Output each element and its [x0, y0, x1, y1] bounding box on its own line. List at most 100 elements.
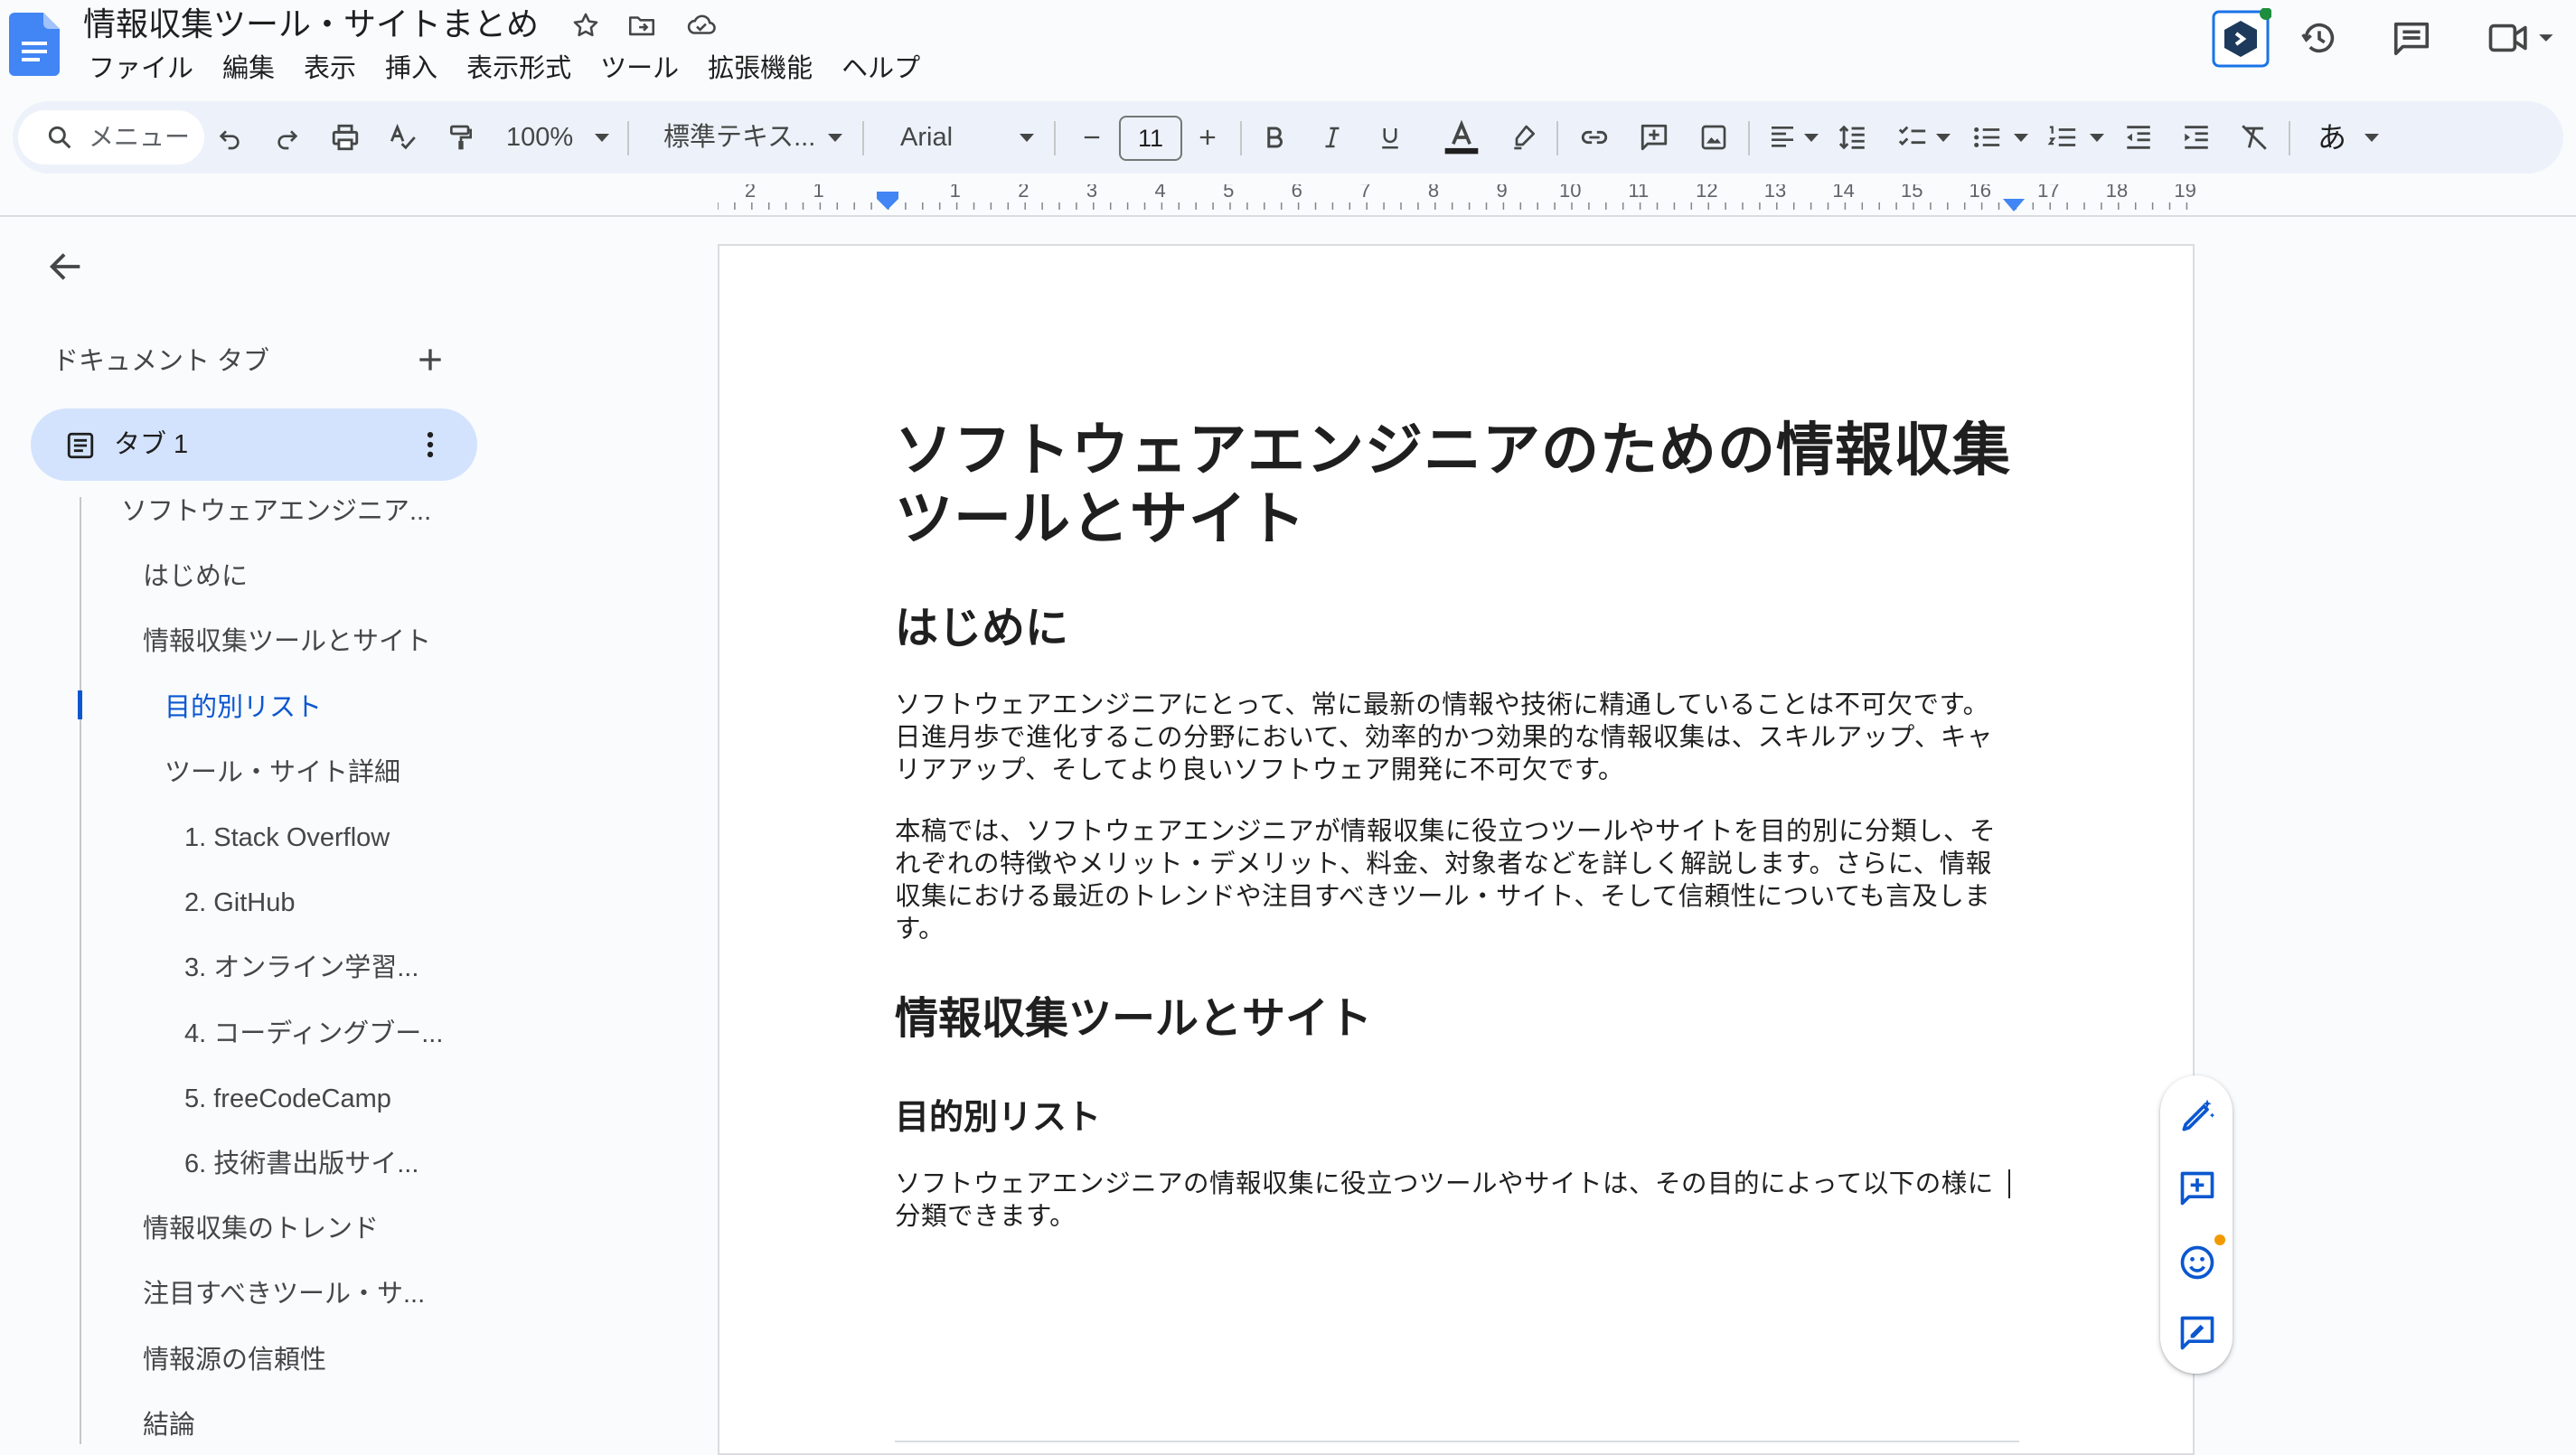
- add-comment-icon[interactable]: [1631, 114, 1678, 161]
- paint-format-icon[interactable]: [437, 114, 484, 161]
- folder-move-icon[interactable]: [624, 7, 660, 43]
- left-indent-marker[interactable]: [877, 192, 898, 210]
- font-size-input[interactable]: 11: [1119, 116, 1182, 161]
- bullet-chevron-down-icon[interactable]: [2014, 134, 2028, 142]
- bold-icon[interactable]: [1251, 114, 1298, 161]
- zoom-select[interactable]: 100%: [506, 101, 573, 174]
- print-icon[interactable]: [322, 114, 369, 161]
- text-line: 収集における最近のトレンドや注目すべきツール・サイト、そして信頼性についても言及…: [895, 882, 1991, 911]
- add-comment-side-icon[interactable]: [2176, 1168, 2218, 1209]
- ruler-tick-label: 6: [1292, 184, 1302, 202]
- outline-item[interactable]: 注目すべきツール・サ...: [143, 1276, 425, 1312]
- numbered-list-icon[interactable]: [2039, 114, 2086, 161]
- docs-logo-icon[interactable]: [9, 13, 60, 76]
- checklist-chevron-down-icon[interactable]: [1936, 134, 1951, 142]
- clear-formatting-icon[interactable]: [2231, 114, 2278, 161]
- intro-paragraph-2[interactable]: 本稿では、ソフトウェアエンジニアが情報収集に役立つツールやサイトを目的別に分類し…: [895, 815, 2016, 945]
- add-emoji-reaction-icon[interactable]: [2176, 1242, 2218, 1283]
- tab-1-label[interactable]: タブ 1: [114, 427, 188, 463]
- more-vert-icon[interactable]: [412, 427, 448, 463]
- outline-item[interactable]: 3. オンライン学習...: [184, 950, 418, 986]
- heading-introduction[interactable]: はじめに: [895, 602, 2016, 656]
- cloud-status-icon[interactable]: [683, 7, 719, 43]
- meet-button[interactable]: [2477, 5, 2567, 70]
- toolbar-divider: [2289, 121, 2290, 155]
- text-color-icon[interactable]: [1439, 114, 1484, 161]
- toolbar-divider: [1054, 121, 1056, 155]
- back-arrow-icon[interactable]: [45, 246, 87, 287]
- help-me-write-icon[interactable]: [2176, 1095, 2218, 1137]
- number-chevron-down-icon[interactable]: [2090, 134, 2104, 142]
- text-line: 本稿では、ソフトウェアエンジニアが情報収集に役立つツールやサイトを目的別に分類し…: [895, 817, 1997, 846]
- insert-image-icon[interactable]: [1690, 114, 1737, 161]
- intro-paragraph-1[interactable]: ソフトウェアエンジニアにとって、常に最新の情報や技術に精通していることは不可欠で…: [895, 689, 2016, 786]
- purpose-paragraph[interactable]: ソフトウェアエンジニアの情報収集に役立つツールやサイトは、その目的によって以下の…: [895, 1168, 2016, 1233]
- menu-help[interactable]: ヘルプ: [827, 51, 935, 87]
- align-chevron-down-icon[interactable]: [1804, 134, 1819, 142]
- document-title[interactable]: 情報収集ツール・サイトまとめ: [83, 2, 539, 47]
- undo-icon[interactable]: [206, 114, 253, 161]
- extension-addon-button[interactable]: [2209, 5, 2274, 70]
- increase-font-size-icon[interactable]: [1184, 114, 1231, 161]
- style-chevron-down-icon[interactable]: [828, 134, 842, 142]
- italic-icon[interactable]: [1309, 114, 1356, 161]
- decrease-font-size-icon[interactable]: [1068, 114, 1115, 161]
- underline-icon[interactable]: [1367, 114, 1414, 161]
- ruler-tick-label: 17: [2037, 184, 2059, 202]
- outline-item[interactable]: 5. freeCodeCamp: [184, 1081, 391, 1117]
- ruler-tick-label: 19: [2174, 184, 2195, 202]
- outline-item[interactable]: 情報収集ツールとサイト: [143, 624, 431, 660]
- insert-link-icon[interactable]: [1571, 114, 1618, 161]
- menu-file[interactable]: ファイル: [74, 51, 208, 87]
- menu-bar: ファイル 編集 表示 挿入 表示形式 ツール 拡張機能 ヘルプ: [74, 51, 935, 87]
- outline-item[interactable]: 結論: [143, 1407, 195, 1443]
- heading-purpose-list[interactable]: 目的別リスト: [895, 1095, 2016, 1141]
- outline-item[interactable]: 目的別リスト: [165, 690, 322, 726]
- menu-format[interactable]: 表示形式: [452, 51, 586, 87]
- menu-insert[interactable]: 挿入: [371, 51, 452, 87]
- checklist-icon[interactable]: [1889, 114, 1936, 161]
- heading-tools-and-sites[interactable]: 情報収集ツールとサイト: [895, 992, 2016, 1047]
- horizontal-ruler[interactable]: 2 1 1 2 3 4 5 6 7 8 9 10 11 12 13 14 15 16 17 18 19: [718, 184, 2196, 215]
- text-line: 日進月歩で進化するこの分野において、効率的かつ効果的な情報収集は、スキルアップ、…: [895, 723, 1993, 752]
- outline-item[interactable]: 4. コーディングブー...: [184, 1016, 443, 1052]
- menu-tools[interactable]: ツール: [586, 51, 693, 87]
- input-tools-button[interactable]: あ: [2317, 101, 2346, 174]
- outline-item[interactable]: 1. Stack Overflow: [184, 820, 390, 856]
- menu-edit[interactable]: 編集: [208, 51, 289, 87]
- menu-extensions[interactable]: 拡張機能: [693, 51, 827, 87]
- right-indent-marker[interactable]: [2003, 199, 2025, 211]
- outline-item[interactable]: 2. GitHub: [184, 885, 296, 921]
- outline-item[interactable]: 情報源の信頼性: [143, 1342, 326, 1378]
- toolbar-divider: [1748, 121, 1750, 155]
- menu-view[interactable]: 表示: [289, 51, 371, 87]
- outline-item[interactable]: ソフトウェアエンジニア...: [121, 493, 431, 530]
- line-spacing-icon[interactable]: [1829, 114, 1876, 161]
- toolbar-divider: [862, 121, 864, 155]
- spellcheck-icon[interactable]: [380, 114, 427, 161]
- increase-indent-icon[interactable]: [2173, 114, 2220, 161]
- tab-1[interactable]: [31, 408, 477, 481]
- highlight-color-icon[interactable]: [1500, 114, 1547, 161]
- suggest-edits-icon[interactable]: [2176, 1312, 2218, 1354]
- input-tools-chevron-down-icon[interactable]: [2364, 134, 2379, 142]
- font-chevron-down-icon[interactable]: [1020, 134, 1034, 142]
- outline-item[interactable]: ツール・サイト詳細: [165, 755, 400, 791]
- outline-item[interactable]: 情報収集のトレンド: [143, 1211, 379, 1247]
- document-heading-title[interactable]: ソフトウェアエンジニアのための情報収集 ツールとサイト: [895, 416, 2016, 553]
- version-history-icon[interactable]: [2287, 5, 2352, 70]
- bulleted-list-icon[interactable]: [1963, 114, 2010, 161]
- font-family-select[interactable]: Arial: [900, 101, 953, 174]
- star-icon[interactable]: [568, 7, 604, 43]
- decrease-indent-icon[interactable]: [2115, 114, 2162, 161]
- title-line-2: ツールとサイト: [895, 486, 1306, 551]
- outline-item[interactable]: はじめに: [143, 559, 248, 595]
- outline-item[interactable]: 6. 技術書出版サイ...: [184, 1146, 418, 1182]
- zoom-chevron-down-icon[interactable]: [595, 134, 609, 142]
- add-tab-icon[interactable]: [412, 342, 448, 378]
- paragraph-style-select[interactable]: 標準テキス...: [663, 101, 815, 174]
- menu-search-box[interactable]: メニュー: [18, 110, 204, 164]
- comments-icon[interactable]: [2379, 5, 2444, 70]
- align-left-icon[interactable]: [1759, 114, 1806, 161]
- redo-icon[interactable]: [264, 114, 311, 161]
